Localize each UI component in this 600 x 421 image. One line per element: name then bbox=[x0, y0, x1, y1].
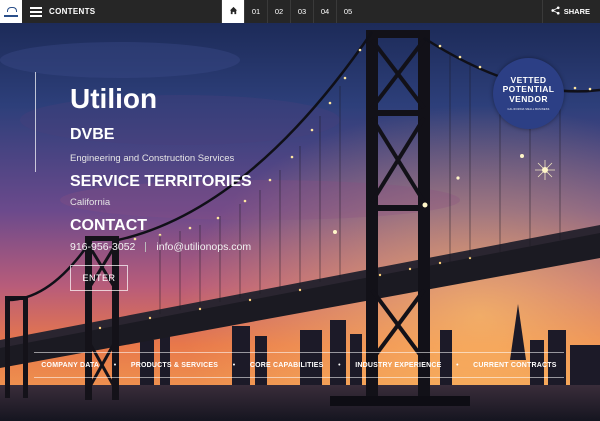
nav-industry-experience[interactable]: INDUSTRY EXPERIENCE bbox=[355, 362, 441, 369]
nav-current-contracts[interactable]: CURRENT CONTRACTS bbox=[473, 362, 557, 369]
bottom-navigation: COMPANY DATA • PRODUCTS & SERVICES • COR… bbox=[34, 352, 564, 378]
home-icon bbox=[229, 6, 238, 17]
share-button[interactable]: SHARE bbox=[541, 0, 590, 23]
company-logo[interactable] bbox=[0, 0, 22, 23]
territory-value: California bbox=[70, 197, 111, 208]
enter-button[interactable]: ENTER bbox=[70, 265, 128, 291]
phone-link[interactable]: 916-956-3052 bbox=[70, 241, 135, 253]
badge-small-text: CALIFORNIA SMALL BUSINESS bbox=[507, 108, 550, 112]
contents-label: CONTENTS bbox=[49, 7, 96, 16]
nav-separator: • bbox=[456, 361, 459, 369]
nav-separator: • bbox=[113, 361, 117, 369]
vetted-vendor-badge: VETTED POTENTIAL VENDOR CALIFORNIA SMALL… bbox=[493, 58, 564, 129]
page-button-02[interactable]: 02 bbox=[267, 0, 290, 23]
company-name: Utilion bbox=[70, 83, 158, 114]
accent-divider bbox=[35, 72, 36, 172]
contents-menu-button[interactable]: CONTENTS bbox=[30, 0, 95, 23]
page-button-03[interactable]: 03 bbox=[290, 0, 313, 23]
territories-heading: SERVICE TERRITORIES bbox=[70, 173, 252, 190]
contact-info: 916-956-3052 info@utilionops.com bbox=[70, 241, 252, 253]
services-description: Engineering and Construction Services bbox=[70, 153, 235, 164]
nav-products-services[interactable]: PRODUCTS & SERVICES bbox=[131, 362, 218, 369]
badge-line-3: VENDOR bbox=[509, 93, 548, 104]
page-button-01[interactable]: 01 bbox=[244, 0, 267, 23]
share-label: SHARE bbox=[563, 7, 590, 16]
nav-company-data[interactable]: COMPANY DATA bbox=[41, 362, 99, 369]
hamburger-menu-icon bbox=[30, 6, 42, 17]
nav-separator: • bbox=[232, 361, 236, 369]
share-icon bbox=[551, 6, 560, 17]
hero-content: Utilion DVBE Engineering and Constructio… bbox=[70, 83, 252, 254]
page-button-05[interactable]: 05 bbox=[336, 0, 359, 23]
page-button-04[interactable]: 04 bbox=[313, 0, 336, 23]
email-link[interactable]: info@utilionops.com bbox=[156, 241, 251, 253]
nav-core-capabilities[interactable]: CORE CAPABILITIES bbox=[250, 362, 324, 369]
logo-mark-icon bbox=[4, 6, 18, 17]
page-navigation: 01 02 03 04 05 bbox=[221, 0, 359, 23]
certification-heading: DVBE bbox=[70, 126, 115, 143]
home-page-button[interactable] bbox=[221, 0, 244, 23]
contact-heading: CONTACT bbox=[70, 217, 148, 234]
contact-separator bbox=[145, 242, 147, 252]
top-bar: CONTENTS 01 02 03 04 05 SHARE bbox=[0, 0, 600, 23]
nav-separator: • bbox=[338, 361, 341, 369]
